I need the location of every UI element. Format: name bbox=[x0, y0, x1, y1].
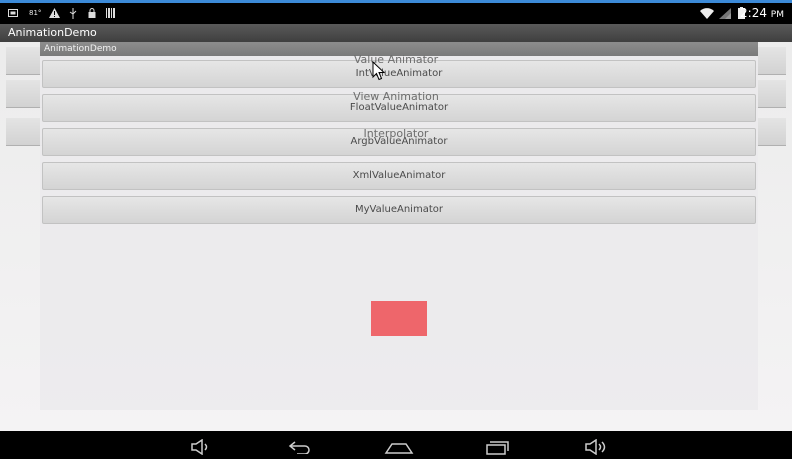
menu-label-value-animator: Value Animator bbox=[353, 53, 439, 66]
xml-value-animator-button[interactable]: XmlValueAnimator bbox=[42, 162, 756, 190]
volume-up-icon[interactable] bbox=[584, 438, 610, 456]
action-bar: AnimationDemo bbox=[0, 24, 792, 42]
screenshot-icon bbox=[8, 7, 18, 19]
home-icon[interactable] bbox=[384, 438, 414, 456]
clock: 2:24 PM bbox=[740, 6, 784, 20]
notification-81-icon: 81° bbox=[29, 9, 42, 17]
wifi-icon bbox=[700, 7, 714, 19]
lock-icon bbox=[88, 7, 96, 19]
signal-icon bbox=[719, 7, 731, 19]
menu-label-interpolator: Interpolator bbox=[363, 127, 429, 140]
usb-icon bbox=[69, 7, 77, 19]
mouse-cursor-icon bbox=[372, 61, 386, 81]
my-value-animator-button[interactable]: MyValueAnimator bbox=[42, 196, 756, 224]
animated-view bbox=[371, 301, 427, 336]
recent-apps-icon[interactable] bbox=[485, 438, 511, 456]
app-title: AnimationDemo bbox=[8, 26, 97, 39]
status-bar: 81° 2:24 PM bbox=[0, 3, 792, 24]
menu-label-view-animation: View Animation bbox=[353, 90, 439, 103]
back-icon[interactable] bbox=[287, 438, 313, 456]
barcode-icon bbox=[106, 7, 115, 19]
warning-icon bbox=[49, 7, 60, 19]
volume-down-icon[interactable] bbox=[189, 438, 213, 456]
navigation-bar bbox=[0, 431, 792, 459]
